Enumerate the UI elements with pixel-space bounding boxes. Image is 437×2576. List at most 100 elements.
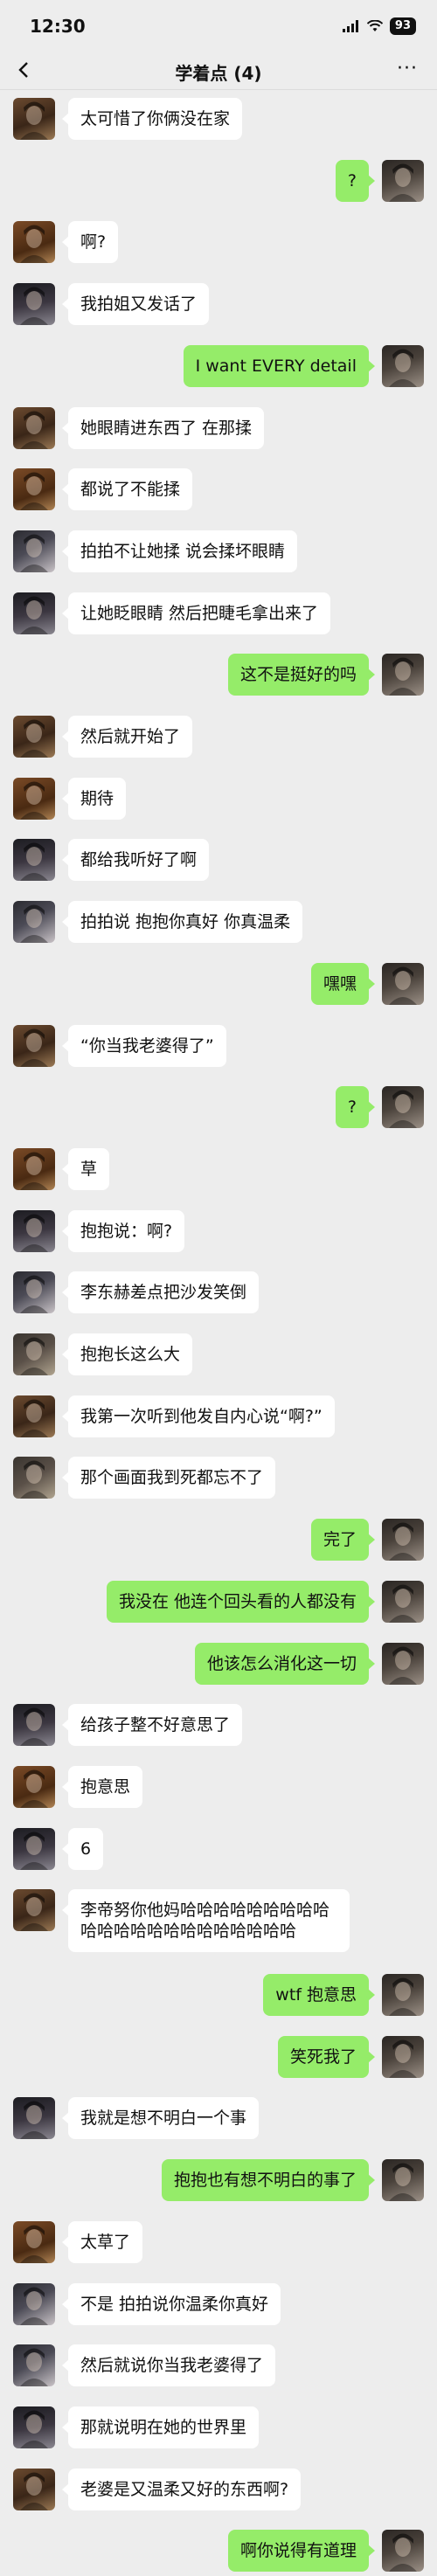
message-bubble[interactable]: 6 bbox=[61, 1827, 104, 1870]
wifi-icon bbox=[366, 20, 383, 31]
my-avatar[interactable] bbox=[382, 654, 424, 696]
message-row: 他该怎么消化这一切 bbox=[0, 1639, 437, 1688]
message-row: 都说了不能揉 bbox=[0, 465, 437, 514]
message-row: wtf 抱意思 bbox=[0, 1970, 437, 2019]
member-avatar[interactable] bbox=[13, 2282, 55, 2325]
member-avatar[interactable] bbox=[13, 1827, 55, 1870]
message-bubble[interactable]: 拍拍不让她揉 说会揉坏眼睛 bbox=[61, 530, 298, 572]
my-avatar[interactable] bbox=[382, 1974, 424, 2016]
member-avatar[interactable] bbox=[13, 1395, 55, 1437]
my-avatar[interactable] bbox=[382, 159, 424, 202]
message-bubble[interactable]: 不是 拍拍说你温柔你真好 bbox=[61, 2282, 281, 2325]
my-avatar[interactable] bbox=[382, 2530, 424, 2573]
member-avatar[interactable] bbox=[13, 2406, 55, 2448]
message-row: 太可惜了你俩没在家 bbox=[0, 94, 437, 143]
member-avatar[interactable] bbox=[13, 592, 55, 634]
message-row: 让她眨眼睛 然后把睫毛拿出来了 bbox=[0, 589, 437, 638]
message-bubble[interactable]: 草 bbox=[61, 1147, 110, 1190]
message-bubble[interactable]: 完了 bbox=[310, 1519, 376, 1562]
message-row: 然后就说你当我老婆得了 bbox=[0, 2341, 437, 2390]
member-avatar[interactable] bbox=[13, 1271, 55, 1314]
my-avatar[interactable] bbox=[382, 344, 424, 387]
my-avatar[interactable] bbox=[382, 962, 424, 1005]
message-row: 我拍姐又发话了 bbox=[0, 280, 437, 329]
message-bubble[interactable]: 期待 bbox=[61, 777, 127, 820]
chat-title: 学着点 (4) bbox=[175, 63, 262, 84]
message-bubble[interactable]: 啊? bbox=[61, 221, 119, 264]
message-bubble[interactable]: 她眼睛进东西了 在那揉 bbox=[61, 406, 265, 449]
message-bubble[interactable]: 这不是挺好的吗 bbox=[227, 654, 376, 696]
message-row: 然后就开始了 bbox=[0, 712, 437, 761]
message-bubble[interactable]: 我没在 他连个回头看的人都没有 bbox=[106, 1580, 376, 1623]
message-bubble[interactable]: “你当我老婆得了” bbox=[62, 1024, 226, 1067]
message-bubble[interactable]: 我就是想不明白一个事 bbox=[61, 2097, 260, 2140]
member-avatar[interactable] bbox=[13, 530, 55, 572]
message-row: 嘿嘿 bbox=[0, 959, 437, 1008]
message-row: 草 bbox=[0, 1145, 437, 1194]
member-avatar[interactable] bbox=[13, 2344, 55, 2387]
member-avatar[interactable] bbox=[13, 1333, 55, 1375]
member-avatar[interactable] bbox=[13, 839, 55, 882]
message-bubble[interactable]: 那个画面我到死都忘不了 bbox=[61, 1457, 276, 1499]
member-avatar[interactable] bbox=[13, 1765, 55, 1808]
my-avatar[interactable] bbox=[382, 1086, 424, 1129]
my-avatar[interactable] bbox=[382, 1642, 424, 1685]
message-bubble[interactable]: 我拍姐又发话了 bbox=[61, 283, 210, 326]
my-avatar[interactable] bbox=[382, 1580, 424, 1623]
member-avatar[interactable] bbox=[13, 1024, 55, 1067]
member-avatar[interactable] bbox=[13, 716, 55, 758]
message-bubble[interactable]: 让她眨眼睛 然后把睫毛拿出来了 bbox=[61, 592, 331, 634]
message-bubble[interactable]: 抱抱也有想不明白的事了 bbox=[161, 2159, 376, 2202]
message-row: 都给我听好了啊 bbox=[0, 835, 437, 884]
message-bubble[interactable]: wtf 抱意思 bbox=[263, 1974, 375, 2016]
message-bubble[interactable]: 嘿嘿 bbox=[310, 962, 376, 1005]
message-bubble[interactable]: 那就说明在她的世界里 bbox=[61, 2406, 260, 2448]
my-avatar[interactable] bbox=[382, 1519, 424, 1562]
message-row: 不是 拍拍说你温柔你真好 bbox=[0, 2280, 437, 2329]
member-avatar[interactable] bbox=[13, 1457, 55, 1499]
message-bubble[interactable]: 他该怎么消化这一切 bbox=[194, 1642, 376, 1685]
message-bubble[interactable]: I want EVERY detail bbox=[183, 344, 376, 387]
my-avatar[interactable] bbox=[382, 2159, 424, 2202]
message-bubble[interactable]: 抱抱说：啊? bbox=[61, 1209, 185, 1252]
message-bubble[interactable]: 抱意思 bbox=[61, 1765, 143, 1808]
message-bubble[interactable]: 太草了 bbox=[61, 2220, 143, 2263]
message-bubble[interactable]: ? bbox=[335, 1086, 376, 1129]
member-avatar[interactable] bbox=[13, 1704, 55, 1747]
message-bubble[interactable]: 抱抱长这么大 bbox=[61, 1333, 193, 1375]
message-bubble[interactable]: 太可惜了你俩没在家 bbox=[61, 98, 243, 140]
member-avatar[interactable] bbox=[13, 1147, 55, 1190]
status-bar: 12:30 93 bbox=[0, 0, 437, 52]
message-bubble[interactable]: 都说了不能揉 bbox=[61, 468, 193, 511]
message-row: 抱抱也有想不明白的事了 bbox=[0, 2156, 437, 2205]
message-bubble[interactable]: 啊你说得有道理 bbox=[227, 2530, 376, 2573]
member-avatar[interactable] bbox=[13, 777, 55, 820]
my-avatar[interactable] bbox=[382, 2035, 424, 2078]
member-avatar[interactable] bbox=[13, 1889, 55, 1932]
message-bubble[interactable]: 我第一次听到他发自内心说“啊?” bbox=[62, 1395, 335, 1437]
member-avatar[interactable] bbox=[13, 2220, 55, 2263]
message-bubble[interactable]: ? bbox=[335, 159, 376, 202]
message-bubble[interactable]: 然后就开始了 bbox=[61, 716, 193, 758]
message-bubble[interactable]: 李东赫差点把沙发笑倒 bbox=[61, 1271, 260, 1314]
message-bubble[interactable]: 笑死我了 bbox=[277, 2035, 376, 2078]
member-avatar[interactable] bbox=[13, 1209, 55, 1252]
member-avatar[interactable] bbox=[13, 283, 55, 326]
member-avatar[interactable] bbox=[13, 98, 55, 140]
message-list[interactable]: 太可惜了你俩没在家? 啊? 我拍姐又发话了 I want EVERY detail 她眼… bbox=[0, 91, 437, 2576]
member-avatar[interactable] bbox=[13, 901, 55, 944]
message-bubble[interactable]: 拍拍说 抱抱你真好 你真温柔 bbox=[61, 901, 303, 944]
message-row: 抱意思 bbox=[0, 1762, 437, 1811]
message-row: 李东赫差点把沙发笑倒 bbox=[0, 1268, 437, 1317]
message-bubble[interactable]: 都给我听好了啊 bbox=[61, 839, 210, 882]
message-bubble[interactable]: 李帝努你他妈哈哈哈哈哈哈哈哈哈哈哈哈哈哈哈哈哈哈哈哈哈哈 bbox=[62, 1889, 350, 1953]
member-avatar[interactable] bbox=[13, 221, 55, 264]
more-options-button[interactable]: ··· bbox=[397, 58, 418, 80]
member-avatar[interactable] bbox=[13, 468, 55, 511]
member-avatar[interactable] bbox=[13, 2097, 55, 2140]
message-bubble[interactable]: 老婆是又温柔又好的东西啊? bbox=[61, 2468, 302, 2510]
member-avatar[interactable] bbox=[13, 406, 55, 449]
member-avatar[interactable] bbox=[13, 2468, 55, 2510]
message-bubble[interactable]: 给孩子整不好意思了 bbox=[61, 1704, 243, 1747]
message-bubble[interactable]: 然后就说你当我老婆得了 bbox=[61, 2344, 276, 2387]
